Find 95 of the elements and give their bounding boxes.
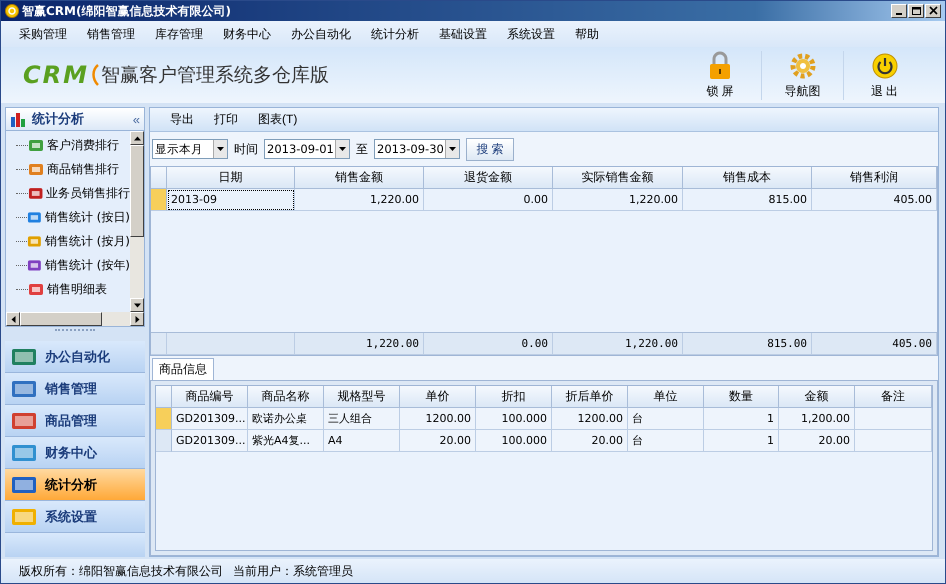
tab[interactable]: 商品信息 xyxy=(152,358,214,380)
table-cell: 0.00 xyxy=(424,189,553,211)
nav-group-button[interactable]: 办公自动化 xyxy=(5,341,145,373)
left-arrow-icon xyxy=(10,316,16,322)
power-icon xyxy=(870,50,898,80)
dropdown-arrow-icon xyxy=(339,147,346,151)
tree-item[interactable]: 销售统计 (按月) xyxy=(42,232,130,250)
status-text: 当前用户：系统管理员 xyxy=(233,562,353,580)
menu-item[interactable]: 基础设置 xyxy=(429,26,497,42)
table-cell: 1200.00 xyxy=(400,408,476,430)
table-cell: 台 xyxy=(628,430,704,452)
tree-item[interactable]: 业务员销售排行 xyxy=(43,184,130,202)
toolbar-button[interactable]: 退 出 xyxy=(843,50,925,100)
tree-item[interactable]: 销售统计 (按日) xyxy=(42,208,130,226)
app-title: 智赢客户管理系统多仓库版 xyxy=(100,63,329,88)
nav-group-button[interactable]: 统计分析 xyxy=(5,469,145,501)
menu-item[interactable]: 采购管理 xyxy=(9,26,77,42)
table-cell: 1 xyxy=(704,430,779,452)
toolbar-button[interactable]: 导航图 xyxy=(761,50,843,100)
collapse-button[interactable]: « xyxy=(132,112,140,126)
table-cell: 405.00 xyxy=(812,189,937,211)
table-cell: 100.000 xyxy=(476,408,552,430)
table-cell: 815.00 xyxy=(683,189,812,211)
report-icon xyxy=(28,185,43,201)
tree-item[interactable]: 商品销售排行 xyxy=(44,160,119,178)
down-arrow-icon xyxy=(134,302,140,308)
maximize-icon xyxy=(910,6,922,16)
tree-item[interactable]: 销售统计 (按年) xyxy=(42,256,130,274)
minimize-icon xyxy=(896,13,902,15)
dropdown-arrow-icon xyxy=(449,147,456,151)
report-icon xyxy=(28,161,44,177)
table-cell: 100.000 xyxy=(476,430,552,452)
table-cell: 三人组合 xyxy=(324,408,400,430)
close-icon xyxy=(928,6,938,16)
table-cell: GD201309... xyxy=(172,430,248,452)
table-cell: A4 xyxy=(324,430,400,452)
minimize-button[interactable] xyxy=(891,4,907,18)
close-button[interactable] xyxy=(925,4,941,18)
panel-title: 统计分析 xyxy=(32,110,85,128)
table-cell: 台 xyxy=(628,408,704,430)
table-cell: 1,220.00 xyxy=(553,189,683,211)
nav-group-button[interactable]: 财务中心 xyxy=(5,437,145,469)
tree-item[interactable]: 客户消费排行 xyxy=(44,136,119,154)
menu-item[interactable]: 系统设置 xyxy=(497,26,565,42)
right-arrow-icon xyxy=(134,316,140,322)
table-cell: 1,200.00 xyxy=(779,408,855,430)
toolbar-button[interactable]: 导出 xyxy=(160,111,204,128)
search-button[interactable]: 搜 索 xyxy=(466,138,514,160)
table-cell: 紫光A4复... xyxy=(248,430,324,452)
table-cell: 1 xyxy=(704,408,779,430)
tree-item[interactable]: 销售明细表 xyxy=(44,280,107,298)
menu-item[interactable]: 库存管理 xyxy=(145,26,213,42)
gear-icon xyxy=(788,50,816,80)
menu-item[interactable]: 销售管理 xyxy=(77,26,145,42)
menu-item[interactable]: 帮助 xyxy=(565,26,609,42)
field-label: 至 xyxy=(356,140,368,158)
table-cell: 20.00 xyxy=(779,430,855,452)
dropdown-field[interactable]: 2013-09-30 xyxy=(374,139,460,159)
table-cell: 1,220.00 xyxy=(295,189,424,211)
up-arrow-icon xyxy=(134,134,140,142)
table-cell: GD201309... xyxy=(172,408,248,430)
vertical-scrollbar[interactable] xyxy=(130,131,144,312)
status-text: 版权所有：绵阳智赢信息技术有限公司 xyxy=(19,562,223,580)
toolbar-button[interactable]: 图表(T) xyxy=(248,111,308,128)
toolbar-button[interactable]: 打印 xyxy=(204,111,248,128)
logo-text: CRM xyxy=(23,61,89,89)
total-cell: 815.00 xyxy=(683,333,812,355)
table-cell: 20.00 xyxy=(552,430,628,452)
table-cell: 2013-09 xyxy=(167,189,295,211)
maximize-button[interactable] xyxy=(908,4,924,18)
field-label: 时间 xyxy=(234,140,258,158)
nav-group-button[interactable]: 销售管理 xyxy=(5,373,145,405)
dropdown-field[interactable]: 2013-09-01 xyxy=(264,139,350,159)
window-title: 智赢CRM(绵阳智赢信息技术有限公司) xyxy=(22,2,232,20)
total-cell: 1,220.00 xyxy=(553,333,683,355)
app-logo-icon xyxy=(5,4,19,18)
menu-item[interactable]: 办公自动化 xyxy=(281,26,361,42)
bar-chart-icon xyxy=(10,111,28,127)
nav-group-button[interactable]: 系统设置 xyxy=(5,501,145,533)
report-icon xyxy=(28,281,44,297)
table-cell: 20.00 xyxy=(400,430,476,452)
toolbar-button[interactable]: 锁 屏 xyxy=(679,50,761,100)
table-cell: 1200.00 xyxy=(552,408,628,430)
dropdown-field[interactable]: 显示本月 xyxy=(152,139,228,159)
total-cell: 405.00 xyxy=(812,333,937,355)
menu-item[interactable]: 财务中心 xyxy=(213,26,281,42)
total-cell: 1,220.00 xyxy=(295,333,424,355)
horizontal-scrollbar[interactable] xyxy=(6,312,144,326)
total-cell: 0.00 xyxy=(424,333,553,355)
dropdown-arrow-icon xyxy=(217,147,224,151)
report-icon xyxy=(28,137,44,153)
swoosh-icon xyxy=(90,64,99,86)
table-cell: 欧诺办公桌 xyxy=(248,408,324,430)
nav-group-button[interactable]: 商品管理 xyxy=(5,405,145,437)
menu-item[interactable]: 统计分析 xyxy=(361,26,429,42)
